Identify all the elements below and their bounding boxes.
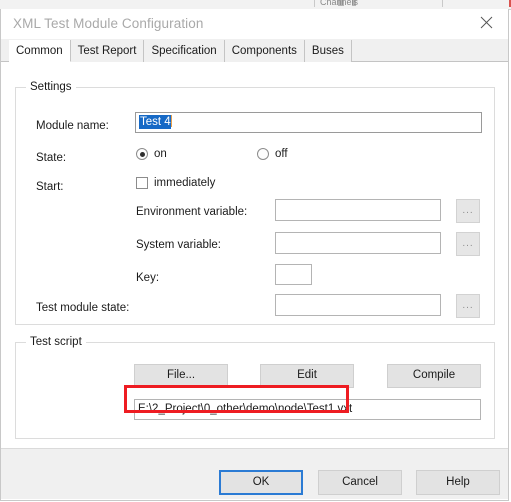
test-module-state-input[interactable] xyxy=(275,294,441,316)
xml-test-module-configuration-dialog: XML Test Module Configuration Common Tes… xyxy=(0,9,509,501)
test-script-path-input[interactable]: E:\2_Project\0_other\demo\node\Test1.vxt xyxy=(134,399,481,420)
dialog-titlebar: XML Test Module Configuration xyxy=(1,9,508,39)
environment-variable-input[interactable] xyxy=(275,199,441,221)
environment-variable-browse-button[interactable]: ... xyxy=(456,199,480,223)
bg-window-label: Channels xyxy=(320,0,359,7)
bg-divider xyxy=(314,0,315,7)
dialog-title: XML Test Module Configuration xyxy=(13,16,204,31)
system-variable-label: System variable: xyxy=(136,239,222,251)
key-input[interactable] xyxy=(275,264,312,285)
test-module-state-browse-button[interactable]: ... xyxy=(456,294,480,318)
tab-page-common: Settings Module name: Test 4 State: on o… xyxy=(1,62,508,448)
tab-buses[interactable]: Buses xyxy=(303,40,352,62)
module-name-value: Test 4 xyxy=(139,115,171,129)
environment-variable-label: Environment variable: xyxy=(136,206,248,218)
tab-list: Common Test Report Specification Compone… xyxy=(9,40,352,62)
start-label: Start: xyxy=(36,181,64,193)
tab-test-report[interactable]: Test Report xyxy=(69,40,145,62)
tab-components[interactable]: Components xyxy=(223,40,305,62)
tab-common[interactable]: Common xyxy=(9,40,71,62)
compile-button[interactable]: Compile xyxy=(387,364,481,388)
immediately-checkbox[interactable]: immediately xyxy=(136,177,215,189)
text-caret xyxy=(170,115,172,127)
radio-on-label: on xyxy=(154,148,167,160)
tab-specification[interactable]: Specification xyxy=(143,40,225,62)
bg-divider-2 xyxy=(442,0,443,7)
test-module-state-label: Test module state: xyxy=(36,302,130,314)
help-button[interactable]: Help xyxy=(416,470,500,495)
key-label: Key: xyxy=(136,272,160,284)
file-button[interactable]: File... xyxy=(134,364,228,388)
state-radio-off[interactable]: off xyxy=(257,148,288,160)
close-icon[interactable] xyxy=(464,9,508,35)
tabstrip: Common Test Report Specification Compone… xyxy=(1,39,508,62)
immediately-label: immediately xyxy=(154,177,216,189)
dialog-footer: OK Cancel Help xyxy=(1,448,508,499)
settings-group-legend: Settings xyxy=(26,81,76,93)
radio-off-indicator xyxy=(257,148,269,160)
state-label: State: xyxy=(36,152,67,164)
system-variable-browse-button[interactable]: ... xyxy=(456,232,480,256)
state-radio-on[interactable]: on xyxy=(136,148,167,160)
immediately-checkbox-box xyxy=(136,177,148,189)
module-name-input[interactable]: Test 4 xyxy=(135,112,482,133)
cancel-button[interactable]: Cancel xyxy=(318,470,402,495)
module-name-label: Module name: xyxy=(36,120,109,132)
radio-off-label: off xyxy=(275,148,288,160)
ok-button[interactable]: OK xyxy=(219,470,303,495)
system-variable-input[interactable] xyxy=(275,232,441,254)
test-script-group-legend: Test script xyxy=(26,336,86,348)
test-script-group: Test script xyxy=(15,336,495,439)
radio-on-indicator xyxy=(136,148,148,160)
edit-button[interactable]: Edit xyxy=(260,364,354,388)
